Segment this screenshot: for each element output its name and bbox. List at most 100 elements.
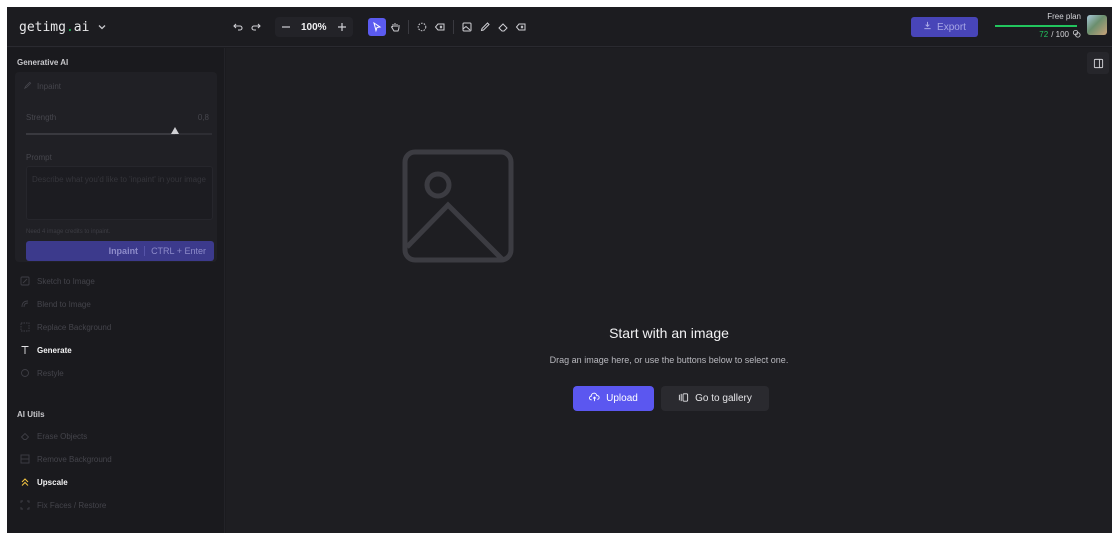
app-window: getimg.ai 100% Export Free plan 72 / 100… (7, 7, 1112, 533)
panel-toggle-button[interactable] (1087, 52, 1109, 74)
eraser-icon (20, 431, 30, 441)
image-add-icon (462, 22, 472, 32)
credits-indicator[interactable]: Free plan 72 / 100 (995, 11, 1085, 43)
prompt-label: Prompt (26, 153, 52, 162)
sidebar-item-label: Sketch to Image (37, 276, 95, 286)
sidebar-item-label: Remove Background (37, 454, 112, 464)
sidebar-item-generate[interactable]: Generate (20, 345, 72, 355)
export-label: Export (937, 21, 966, 33)
sidebar-item-upscale[interactable]: Upscale (20, 477, 68, 487)
redo-icon (251, 23, 261, 31)
go-to-gallery-button[interactable]: Go to gallery (661, 386, 769, 411)
upscale-icon (20, 477, 30, 487)
zoom-level[interactable]: 100% (295, 22, 333, 33)
sidebar-item-erase-objects[interactable]: Erase Objects (20, 431, 87, 441)
inpaint-shortcut: CTRL + Enter (144, 246, 206, 256)
clear-selection-button[interactable] (431, 18, 449, 36)
hand-icon (390, 23, 400, 32)
image-tool-button[interactable] (458, 18, 476, 36)
sidebar-item-restyle[interactable]: Restyle (20, 368, 64, 378)
section-title-generative-ai: Generative AI (17, 58, 69, 67)
select-tool-button[interactable] (368, 18, 386, 36)
brand-ext: ai (73, 20, 90, 35)
section-title-ai-utils: AI Utils (17, 410, 45, 419)
minus-icon (282, 26, 290, 28)
clear-mask-button[interactable] (512, 18, 530, 36)
sidebar-item-fix-faces[interactable]: Fix Faces / Restore (20, 500, 106, 510)
empty-state-subtitle: Drag an image here, or use the buttons b… (549, 355, 789, 365)
inpaint-button-label: Inpaint (108, 246, 139, 256)
download-icon (923, 21, 932, 33)
plus-icon (337, 23, 346, 31)
undo-button[interactable] (229, 18, 247, 36)
upload-button[interactable]: Upload (573, 386, 654, 411)
empty-state-title: Start with an image (609, 325, 729, 341)
replace-bg-icon (20, 322, 30, 332)
history-group (229, 17, 265, 37)
undo-icon (233, 23, 243, 31)
image-placeholder-icon (402, 149, 514, 263)
coins-icon (1072, 29, 1081, 40)
export-button[interactable]: Export (911, 17, 978, 37)
lasso-icon (417, 22, 427, 32)
cloud-upload-icon (589, 392, 600, 406)
tool-group (368, 17, 530, 37)
credits-total: / 100 (1051, 30, 1069, 39)
zoom-in-button[interactable] (333, 18, 351, 36)
workspace-switcher[interactable]: getimg.ai (19, 20, 107, 35)
zoom-out-button[interactable] (277, 18, 295, 36)
sidebar-item-label: Upscale (37, 477, 68, 487)
sidebar-item-label: Erase Objects (37, 431, 88, 441)
top-toolbar: getimg.ai 100% Export Free plan 72 / 100 (7, 7, 1112, 47)
brush-icon (23, 81, 32, 92)
avatar[interactable] (1087, 15, 1107, 35)
brand-name: getimg (19, 20, 66, 35)
sidebar-item-blend-to-image[interactable]: Blend to Image (20, 299, 91, 309)
redo-button[interactable] (247, 18, 265, 36)
prompt-placeholder: Describe what you'd like to 'inpaint' in… (32, 175, 207, 184)
sidebar-item-label: Blend to Image (37, 299, 91, 309)
credit-note: Need 4 image credits to inpaint. (26, 229, 111, 235)
strength-slider-fill (26, 133, 175, 135)
restyle-icon (20, 368, 30, 378)
sidebar-item-replace-background[interactable]: Replace Background (20, 322, 111, 332)
eraser-tool-button[interactable] (494, 18, 512, 36)
blend-icon (20, 299, 30, 309)
toolbar-divider (453, 20, 454, 34)
inpaint-header[interactable]: Inpaint (23, 81, 61, 92)
lasso-tool-button[interactable] (413, 18, 431, 36)
left-sidebar: Generative AI Inpaint Strength 0,8 Promp… (7, 48, 225, 533)
zoom-group: 100% (275, 17, 353, 37)
plan-title: Free plan (1047, 12, 1081, 21)
inpaint-panel: Inpaint Strength 0,8 Prompt Describe wha… (15, 72, 217, 262)
remove-bg-icon (20, 454, 30, 464)
toolbar-divider (408, 20, 409, 34)
sidebar-item-remove-background[interactable]: Remove Background (20, 454, 112, 464)
sidebar-item-label: Generate (37, 345, 72, 355)
brand-logo: getimg.ai (19, 20, 89, 35)
sidebar-item-sketch-to-image[interactable]: Sketch to Image (20, 276, 95, 286)
credits-progress-bar (995, 25, 1077, 27)
upload-label: Upload (606, 393, 638, 404)
pencil-icon (480, 22, 490, 32)
pan-tool-button[interactable] (386, 18, 404, 36)
canvas-area[interactable] (226, 48, 1112, 533)
prompt-input[interactable]: Describe what you'd like to 'inpaint' in… (26, 166, 213, 220)
eraser-icon (498, 23, 508, 32)
credits-count: 72 / 100 (1039, 29, 1081, 40)
face-icon (20, 500, 30, 510)
brand-dot: . (65, 20, 74, 35)
sidebar-item-label: Replace Background (37, 322, 112, 332)
strength-slider-thumb[interactable] (171, 127, 179, 134)
gallery-icon (678, 392, 689, 406)
strength-slider[interactable] (26, 127, 212, 135)
credits-used: 72 (1039, 30, 1049, 39)
cursor-icon (373, 21, 382, 33)
gallery-label: Go to gallery (695, 393, 752, 404)
inpaint-title: Inpaint (37, 82, 62, 91)
sketch-icon (20, 276, 30, 286)
inpaint-button[interactable]: Inpaint CTRL + Enter (26, 241, 214, 261)
brush-tool-button[interactable] (476, 18, 494, 36)
text-t-icon (20, 345, 30, 355)
strength-label: Strength (26, 113, 57, 122)
